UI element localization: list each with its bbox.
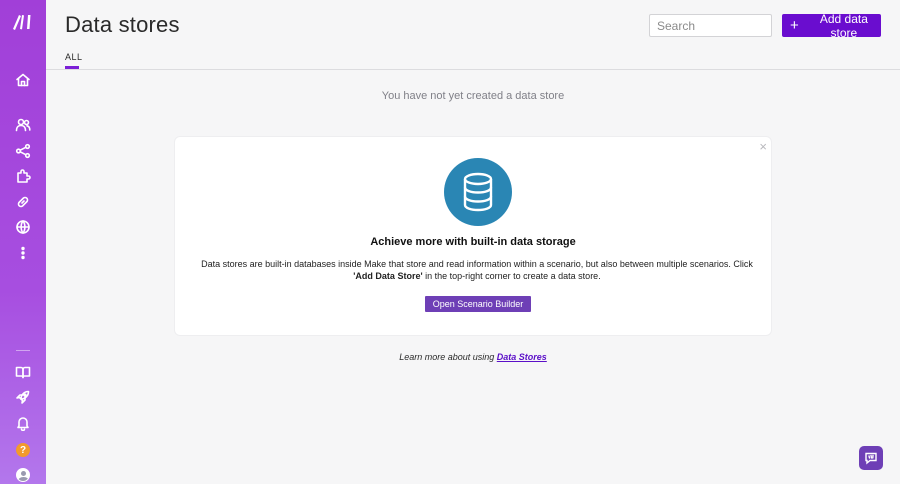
- open-scenario-builder-button[interactable]: Open Scenario Builder: [425, 296, 531, 312]
- learn-more: Learn more about using Data Stores: [46, 352, 900, 362]
- card-description-part2: in the top-right corner to create a data…: [422, 271, 601, 281]
- more-icon[interactable]: [13, 243, 33, 263]
- team-icon[interactable]: [13, 115, 33, 135]
- add-data-store-button[interactable]: + Add data store: [782, 11, 881, 40]
- data-stores-link[interactable]: Data Stores: [497, 352, 547, 362]
- home-icon[interactable]: [13, 70, 33, 90]
- avatar[interactable]: [16, 468, 30, 482]
- database-icon: [444, 158, 512, 226]
- add-data-store-label: Add data store: [819, 11, 868, 40]
- empty-state-message: You have not yet created a data store: [381, 90, 565, 102]
- webhooks-icon[interactable]: [13, 217, 33, 237]
- card-title: Achieve more with built-in data storage: [370, 236, 576, 248]
- chat-icon[interactable]: [859, 446, 883, 470]
- scenarios-icon[interactable]: [13, 141, 33, 161]
- card-description-bold: 'Add Data Store': [353, 271, 423, 281]
- close-icon[interactable]: ×: [759, 139, 767, 154]
- help-icon[interactable]: ?: [16, 443, 30, 457]
- plus-icon: +: [790, 17, 799, 34]
- page-header: Data stores ALL + Add data store: [46, 0, 900, 70]
- book-icon[interactable]: [13, 362, 33, 382]
- rocket-icon[interactable]: [13, 387, 33, 407]
- active-tab-indicator: [65, 66, 79, 69]
- info-card: × Achieve more with built-in data storag…: [175, 137, 771, 335]
- search-input[interactable]: [649, 14, 772, 37]
- card-description: Data stores are built-in databases insid…: [195, 258, 759, 282]
- page-title: Data stores: [65, 12, 180, 37]
- learn-more-text: Learn more about using: [399, 352, 497, 362]
- sidebar: ?: [0, 0, 46, 484]
- connections-icon[interactable]: [13, 192, 33, 212]
- card-description-part1: Data stores are built-in databases insid…: [201, 259, 753, 269]
- tab-all[interactable]: ALL: [65, 52, 83, 62]
- apps-icon[interactable]: [13, 166, 33, 186]
- sidebar-divider: [16, 350, 30, 351]
- make-logo[interactable]: [11, 12, 35, 32]
- bell-icon[interactable]: [13, 413, 33, 433]
